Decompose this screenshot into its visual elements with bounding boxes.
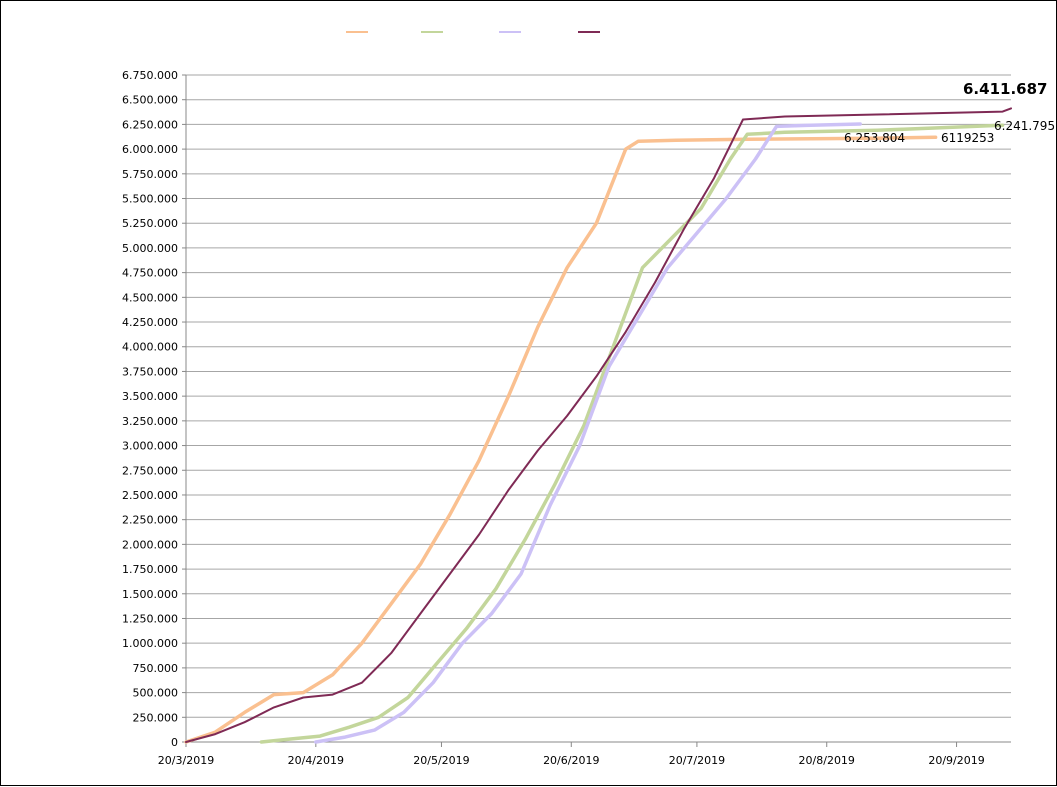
y-tick-label: 2.250.000	[122, 514, 178, 527]
series-end-label: 6119253	[941, 131, 994, 145]
y-tick-label: 3.500.000	[122, 390, 178, 403]
series-line	[314, 122, 862, 744]
series-line	[259, 123, 1005, 744]
y-tick-label: 5.250.000	[122, 217, 178, 230]
y-tick-label: 5.000.000	[122, 242, 178, 255]
y-tick-label: 6.250.000	[122, 118, 178, 131]
y-tick-label: 1.500.000	[122, 588, 178, 601]
y-tick-label: 0	[171, 736, 178, 749]
line-chart: 0 250.000 500.000 750.000 1.000.000 1.250.000…	[122, 31, 1055, 767]
y-tick-label: 2.500.000	[122, 489, 178, 502]
axes	[185, 75, 1011, 743]
chart-frame: 0 250.000 500.000 750.000 1.000.000 1.250.000…	[0, 0, 1057, 786]
series-end-label: 6.241.795	[994, 119, 1055, 133]
y-tick-label: 250.000	[133, 711, 179, 724]
x-tick-label: 20/5/2019	[413, 754, 469, 767]
y-tick-label: 6.000.000	[122, 143, 178, 156]
y-tick-label: 3.000.000	[122, 440, 178, 453]
series-line	[185, 107, 1012, 743]
y-tick-label: 4.750.000	[122, 267, 178, 280]
x-tick-label: 20/9/2019	[928, 754, 984, 767]
y-tick-label: 1.750.000	[122, 563, 178, 576]
y-tick-label: 2.000.000	[122, 538, 178, 551]
y-tick-label: 1.000.000	[122, 637, 178, 650]
y-tick-label: 500.000	[133, 687, 179, 700]
x-tick-label: 20/6/2019	[543, 754, 599, 767]
series-lines	[184, 107, 1012, 744]
y-tick-label: 5.500.000	[122, 193, 178, 206]
x-tick-label: 20/8/2019	[799, 754, 855, 767]
y-tick-label: 5.750.000	[122, 168, 178, 181]
x-tick-label: 20/3/2019	[158, 754, 214, 767]
gridlines	[182, 74, 1011, 747]
x-tick-labels: 20/3/2019 20/4/2019 20/5/2019 20/6/2019 20/7…	[158, 754, 985, 767]
y-tick-label: 2.750.000	[122, 464, 178, 477]
y-tick-label: 4.250.000	[122, 316, 178, 329]
y-tick-label: 1.250.000	[122, 612, 178, 625]
y-tick-label: 6.500.000	[122, 94, 178, 107]
y-tick-label: 6.750.000	[122, 69, 178, 82]
x-tick-label: 20/7/2019	[669, 754, 725, 767]
y-tick-label: 750.000	[133, 662, 179, 675]
series-end-label: 6.253.804	[844, 131, 905, 145]
y-tick-labels: 0 250.000 500.000 750.000 1.000.000 1.250.000…	[122, 69, 178, 749]
series-line	[184, 135, 938, 744]
x-tick-label: 20/4/2019	[288, 754, 344, 767]
y-tick-label: 4.000.000	[122, 341, 178, 354]
series-end-label: 6.411.687	[963, 80, 1047, 98]
y-tick-label: 4.500.000	[122, 291, 178, 304]
y-tick-label: 3.750.000	[122, 365, 178, 378]
y-tick-label: 3.250.000	[122, 415, 178, 428]
